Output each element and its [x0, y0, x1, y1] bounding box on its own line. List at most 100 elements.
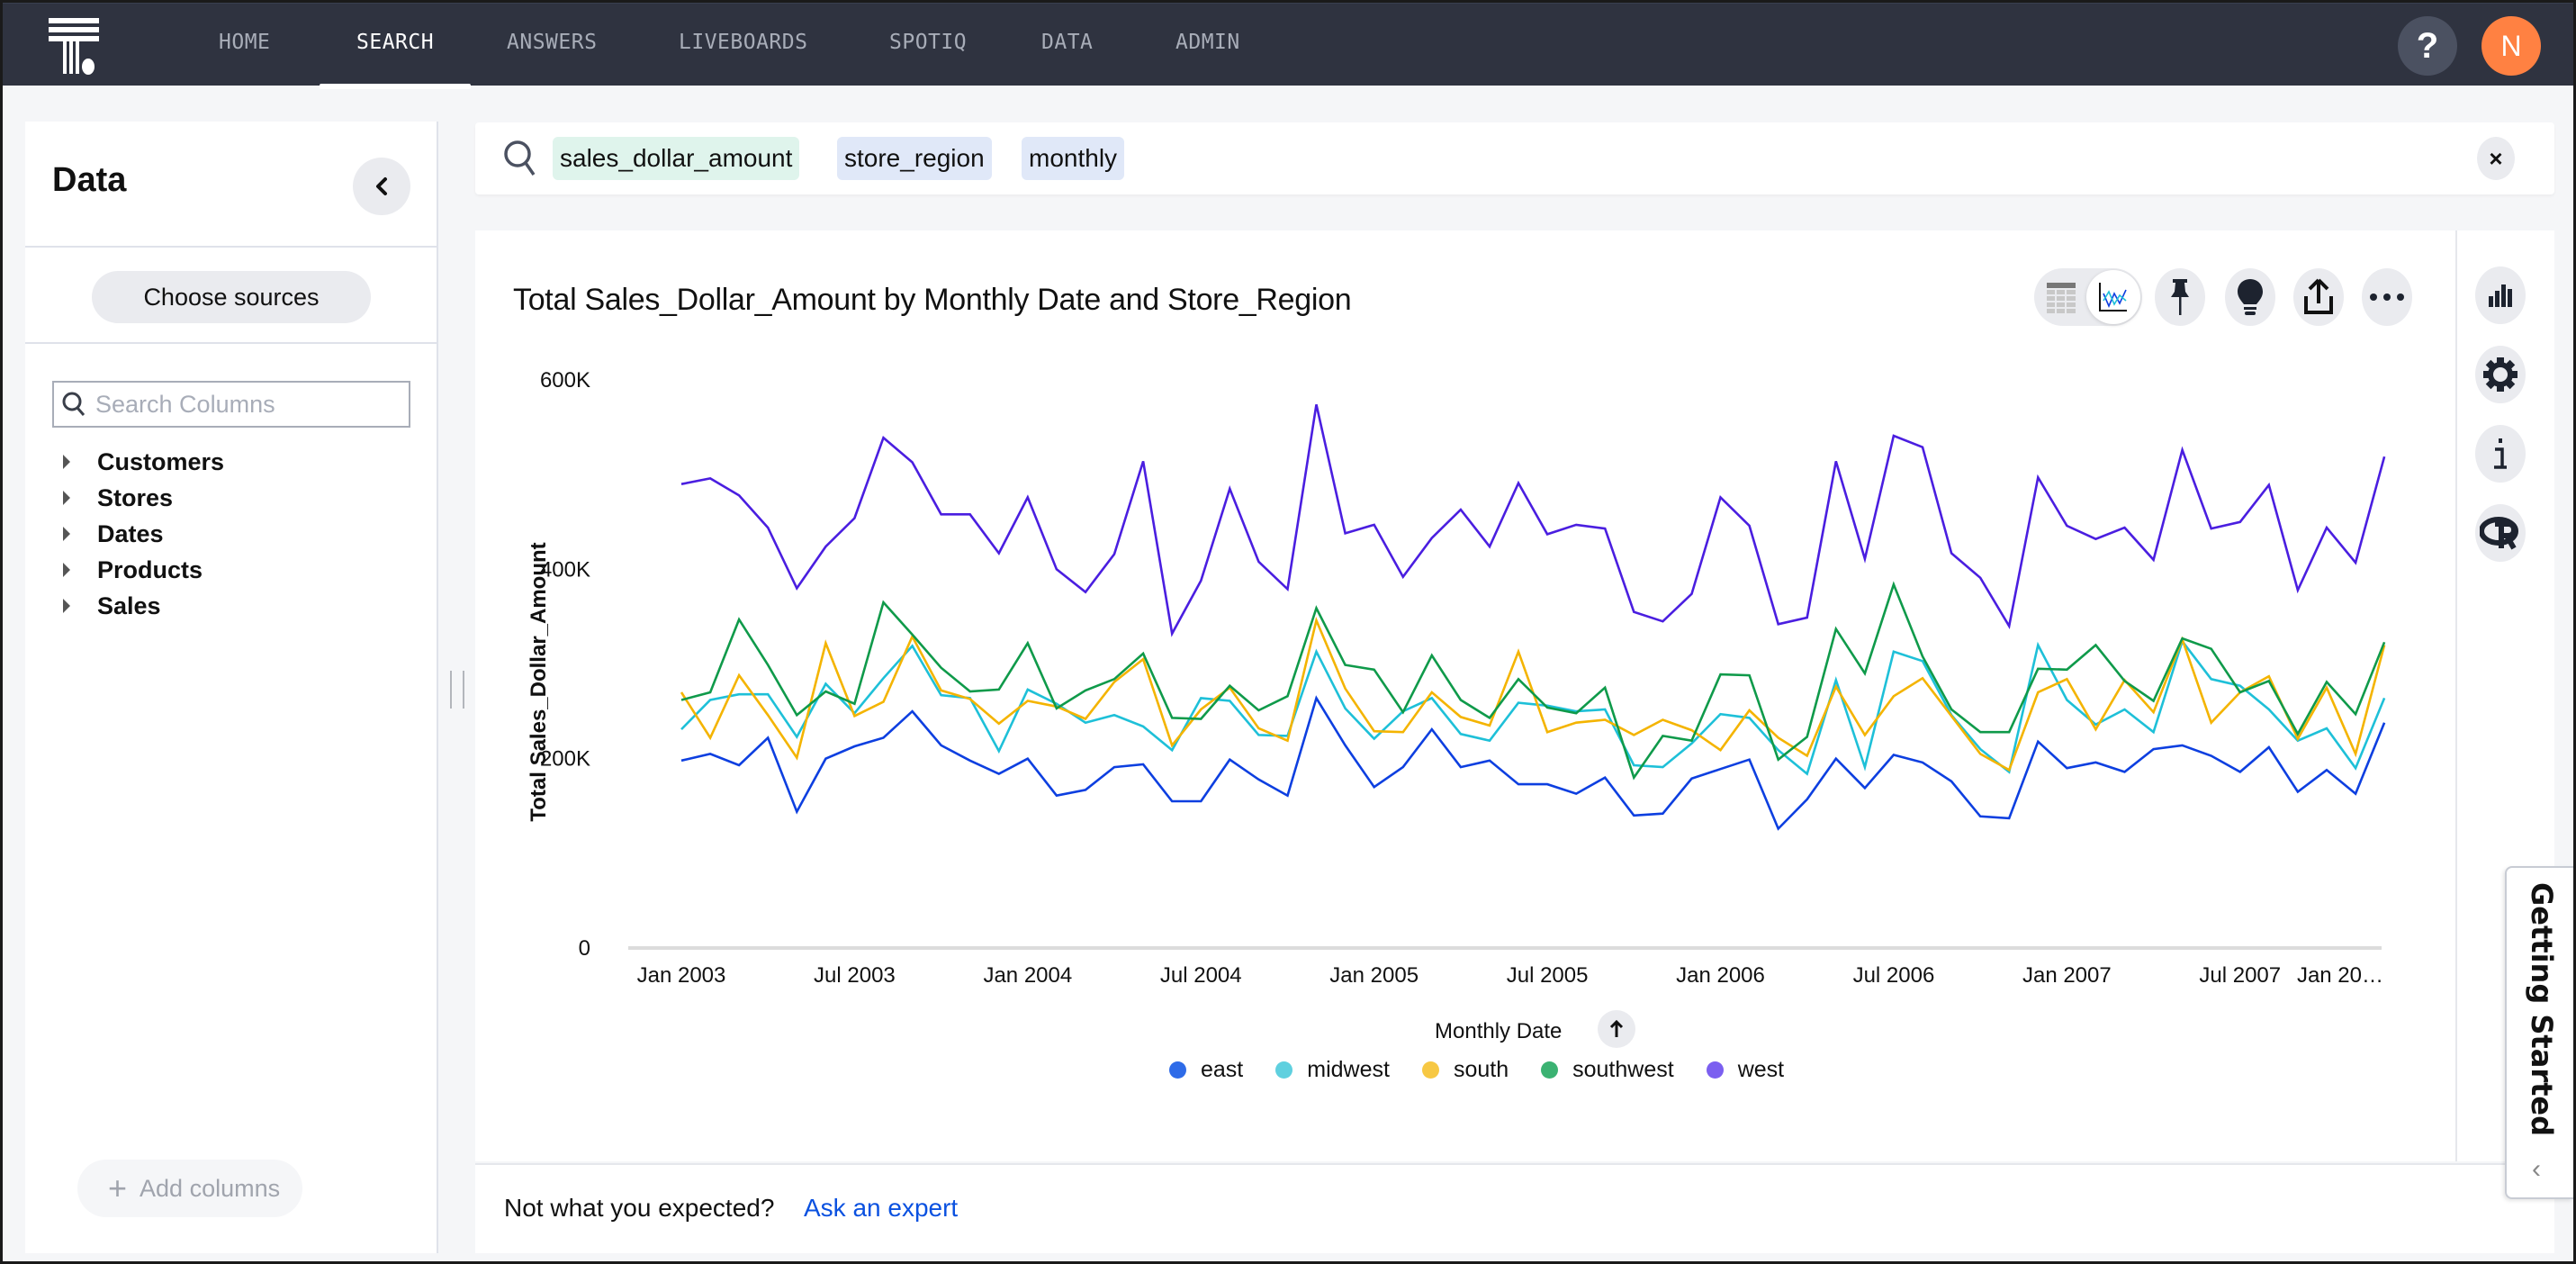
active-tab-indicator	[320, 84, 471, 89]
x-tick-label: Jul 2006	[1853, 963, 1935, 988]
legend-dot	[1169, 1061, 1186, 1079]
chevron-left-icon: ‹	[2532, 1154, 2541, 1184]
ask-an-expert-link[interactable]: Ask an expert	[804, 1194, 958, 1223]
avatar-initial: N	[2500, 29, 2522, 62]
add-columns-button[interactable]: + Add columns	[77, 1160, 302, 1217]
tree-item-stores[interactable]: Stores	[63, 480, 224, 516]
caret-right-icon	[63, 563, 70, 577]
search-token-store-region[interactable]: store_region	[837, 137, 992, 180]
y-axis-title: Total Sales_Dollar_Amount	[527, 542, 551, 821]
search-icon	[504, 140, 536, 176]
nav-spotiq[interactable]: SPOTIQ	[889, 31, 967, 54]
x-tick-label: Jan 20…	[2297, 963, 2383, 988]
caret-right-icon	[63, 527, 70, 541]
x-tick-label: Jul 2005	[1507, 963, 1589, 988]
thoughtspot-logo[interactable]	[45, 16, 104, 76]
data-panel-title: Data	[52, 161, 127, 199]
legend-label: southwest	[1572, 1057, 1674, 1082]
feedback-prompt: Not what you expected?	[504, 1194, 775, 1222]
x-tick-label: Jul 2003	[814, 963, 896, 988]
tree-item-sales[interactable]: Sales	[63, 588, 224, 624]
nav-answers[interactable]: ANSWERS	[507, 31, 597, 54]
answer-card: Total Sales_Dollar_Amount by Monthly Dat…	[475, 230, 2554, 1161]
tree-item-products[interactable]: Products	[63, 552, 224, 588]
close-icon: ×	[2489, 144, 2503, 172]
tree-item-label: Customers	[97, 447, 225, 475]
x-tick-label: Jan 2003	[637, 963, 726, 988]
tree-item-label: Sales	[97, 591, 161, 619]
search-columns-field[interactable]	[52, 381, 410, 428]
nav-liveboards[interactable]: LIVEBOARDS	[679, 31, 807, 54]
divider	[25, 246, 438, 248]
chart-legend: east midwest south southwest west	[1169, 1057, 1816, 1083]
feedback-bar: Not what you expected? Ask an expert	[475, 1163, 2554, 1253]
x-tick-label: Jul 2007	[2199, 963, 2281, 988]
caret-right-icon	[63, 455, 70, 469]
legend-item-west[interactable]: west	[1706, 1057, 1785, 1083]
x-tick-label: Jul 2004	[1160, 963, 1242, 988]
tree-item-label: Dates	[97, 519, 164, 547]
bar-chart-icon	[2489, 284, 2512, 307]
legend-item-southwest[interactable]: southwest	[1541, 1057, 1674, 1083]
nav-search[interactable]: SEARCH	[356, 31, 434, 54]
tree-item-customers[interactable]: Customers	[63, 444, 224, 480]
search-icon	[62, 392, 86, 416]
getting-started-tab[interactable]: Getting Started ‹	[2505, 866, 2573, 1199]
legend-item-south[interactable]: south	[1421, 1057, 1509, 1083]
clear-search-button[interactable]: ×	[2477, 137, 2515, 180]
x-tick-label: Jan 2004	[983, 963, 1072, 988]
series-line-west	[680, 404, 2386, 637]
getting-started-label: Getting Started	[2525, 882, 2559, 1136]
tree-item-label: Products	[97, 555, 203, 583]
r-analysis-button[interactable]	[2475, 504, 2526, 562]
legend-dot	[1706, 1061, 1724, 1079]
series-line-south	[680, 616, 2386, 772]
search-columns-input[interactable]	[95, 390, 401, 419]
arrow-up-icon	[1609, 1019, 1624, 1037]
panel-resize-handle[interactable]	[450, 671, 464, 709]
r-language-icon	[2480, 517, 2518, 550]
plus-icon: +	[108, 1169, 128, 1206]
legend-dot	[1541, 1061, 1559, 1079]
nav-admin[interactable]: ADMIN	[1175, 31, 1240, 54]
legend-label: south	[1453, 1057, 1509, 1082]
line-chart: 0200K400K600KTotal Sales_Dollar_AmountJa…	[527, 368, 2386, 988]
nav-home[interactable]: HOME	[219, 31, 270, 54]
search-token-sales-dollar-amount[interactable]: sales_dollar_amount	[553, 137, 800, 180]
info-icon	[2494, 438, 2507, 469]
x-tick-label: Jan 2007	[2022, 963, 2112, 988]
tree-item-label: Stores	[97, 483, 174, 511]
settings-button[interactable]	[2475, 346, 2526, 403]
caret-right-icon	[63, 599, 70, 613]
add-columns-label: Add columns	[140, 1174, 281, 1202]
search-token-monthly[interactable]: monthly	[1022, 137, 1125, 180]
x-tick-label: Jan 2006	[1676, 963, 1765, 988]
nav-data[interactable]: DATA	[1041, 31, 1093, 54]
legend-label: east	[1201, 1057, 1244, 1082]
choose-sources-button[interactable]: Choose sources	[92, 271, 371, 323]
chevron-left-icon	[376, 177, 387, 195]
data-panel: Data Choose sources Customers Stores Dat…	[25, 122, 438, 1253]
info-button[interactable]	[2475, 425, 2526, 483]
caret-right-icon	[63, 491, 70, 505]
x-axis-title: Monthly Date	[1435, 1019, 1563, 1043]
legend-dot	[1275, 1061, 1293, 1079]
legend-label: west	[1737, 1057, 1785, 1082]
legend-dot	[1421, 1061, 1439, 1079]
series-line-east	[680, 695, 2386, 831]
tree-item-dates[interactable]: Dates	[63, 516, 224, 552]
y-tick-label: 600K	[540, 368, 590, 393]
chart-type-button[interactable]	[2475, 266, 2526, 324]
help-icon: ?	[2416, 25, 2439, 66]
help-button[interactable]: ?	[2398, 16, 2457, 76]
collapse-panel-button[interactable]	[353, 158, 410, 215]
search-bar[interactable]: sales_dollar_amount store_region monthly…	[475, 122, 2554, 194]
x-tick-label: Jan 2005	[1329, 963, 1419, 988]
column-tree: Customers Stores Dates Products Sales	[63, 444, 224, 624]
user-avatar[interactable]: N	[2481, 16, 2541, 76]
sort-ascending-button[interactable]	[1598, 1010, 1635, 1048]
gear-icon	[2483, 357, 2517, 392]
y-tick-label: 0	[579, 936, 590, 961]
legend-item-east[interactable]: east	[1169, 1057, 1243, 1083]
legend-item-midwest[interactable]: midwest	[1275, 1057, 1390, 1083]
